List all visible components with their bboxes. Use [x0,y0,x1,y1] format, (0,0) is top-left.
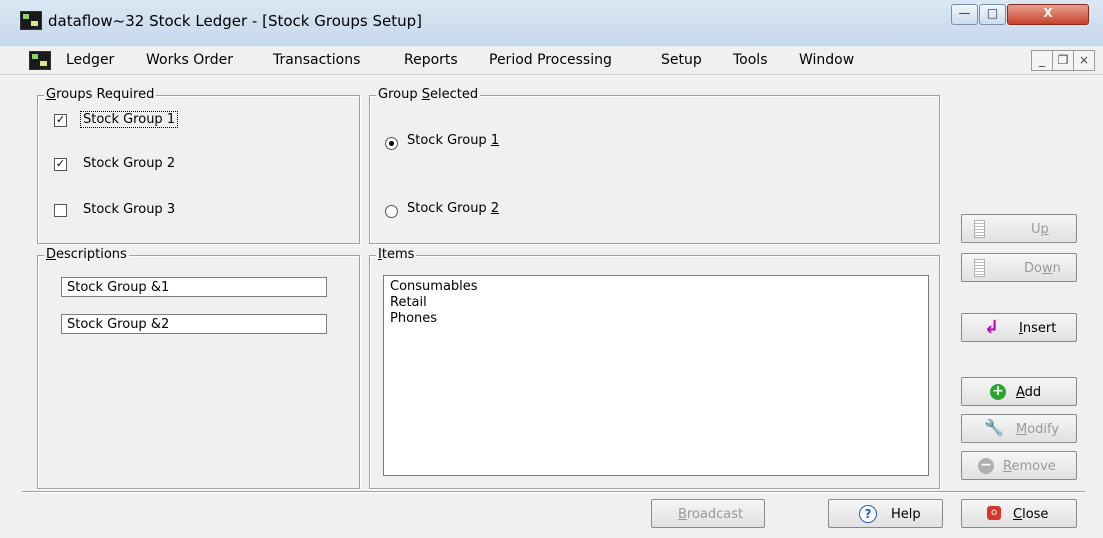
maximize-button[interactable]: □ [979,4,1006,25]
list-item[interactable]: Consumables [390,279,922,295]
close-icon: o [987,506,1001,520]
add-button[interactable]: + Add [961,377,1077,406]
menu-reports[interactable]: Reports [404,52,458,68]
remove-button-label: Remove [1003,459,1056,474]
stock-group-3-label[interactable]: Stock Group 3 [83,202,175,217]
title-bar: dataflow~32 Stock Ledger - [Stock Groups… [0,0,1103,46]
menu-period-processing[interactable]: Period Processing [489,52,612,68]
menu-window[interactable]: Window [799,52,854,68]
menu-works-order[interactable]: Works Order [146,52,233,68]
group-selected-legend: Group Selected [376,87,481,102]
insert-button[interactable]: ↲ Insert [961,313,1077,342]
insert-button-label: Insert [1019,321,1057,336]
stock-group-1-checkbox[interactable]: ✓ [54,114,67,127]
up-button[interactable]: Up [961,214,1077,243]
list-item[interactable]: Phones [390,311,922,327]
broadcast-button[interactable]: Broadcast [651,499,765,528]
descriptions-group: Descriptions Stock Group &1 Stock Group … [37,247,360,489]
close-button-label: Close [1013,507,1049,522]
app-window: dataflow~32 Stock Ledger - [Stock Groups… [0,0,1103,538]
stock-group-1-radio[interactable] [385,137,398,150]
down-button[interactable]: Down [961,253,1077,282]
help-button[interactable]: ? Help [828,499,943,528]
stock-group-1-label[interactable]: Stock Group 1 [79,111,179,128]
down-button-label: Down [1024,261,1061,276]
mdi-restore-button[interactable]: ❐ [1052,50,1074,71]
items-group: Items Consumables Retail Phones [369,247,940,489]
items-legend: Items [376,247,417,262]
broadcast-button-label: Broadcast [678,507,744,522]
stock-group-2-radio[interactable] [385,205,398,218]
modify-button-label: Modify [1016,422,1060,437]
up-scroll-icon [974,220,985,238]
remove-button[interactable]: − Remove [961,451,1077,480]
mdi-close-button[interactable]: × [1073,50,1095,71]
menu-setup[interactable]: Setup [661,52,702,68]
down-scroll-icon [974,259,985,277]
app-logo-icon [20,11,42,30]
footer-divider [22,491,1085,493]
window-title: dataflow~32 Stock Ledger - [Stock Groups… [48,12,422,30]
minimize-button[interactable]: — [951,4,978,25]
help-icon: ? [859,505,877,523]
remove-minus-icon: − [978,458,994,474]
wrench-icon: 🔧 [984,418,1004,437]
stock-group-2-label[interactable]: Stock Group 2 [83,156,175,171]
groups-required-group: Groups Required ✓ Stock Group 1 ✓ Stock … [37,87,360,244]
menu-tools[interactable]: Tools [733,52,768,68]
description-field-2[interactable]: Stock Group &2 [61,314,327,334]
items-listbox[interactable]: Consumables Retail Phones [383,275,929,476]
close-window-button[interactable]: X [1007,4,1089,25]
stock-group-2-radio-label[interactable]: Stock Group 2 [407,201,499,216]
stock-group-1-radio-label[interactable]: Stock Group 1 [407,133,499,148]
modify-button[interactable]: 🔧 Modify [961,414,1077,443]
list-item[interactable]: Retail [390,295,922,311]
menu-transactions[interactable]: Transactions [273,52,360,68]
up-button-label: Up [1031,222,1049,237]
description-field-1[interactable]: Stock Group &1 [61,277,327,297]
stock-group-2-checkbox[interactable]: ✓ [54,158,67,171]
mdi-minimize-button[interactable]: _ [1031,50,1053,71]
close-button[interactable]: o Close [961,499,1077,528]
stock-group-3-checkbox[interactable] [54,204,67,217]
add-plus-icon: + [990,384,1006,400]
group-selected-group: Group Selected Stock Group 1 Stock Group… [369,87,940,244]
document-icon[interactable] [29,51,51,70]
groups-required-legend: Groups Required [44,87,157,102]
help-button-label: Help [891,507,921,522]
add-button-label: Add [1016,385,1042,400]
menu-bar: Ledger Works Order Transactions Reports … [0,46,1103,75]
menu-ledger[interactable]: Ledger [66,52,114,68]
descriptions-legend: Descriptions [44,247,129,262]
insert-arrow-icon: ↲ [984,317,1000,338]
